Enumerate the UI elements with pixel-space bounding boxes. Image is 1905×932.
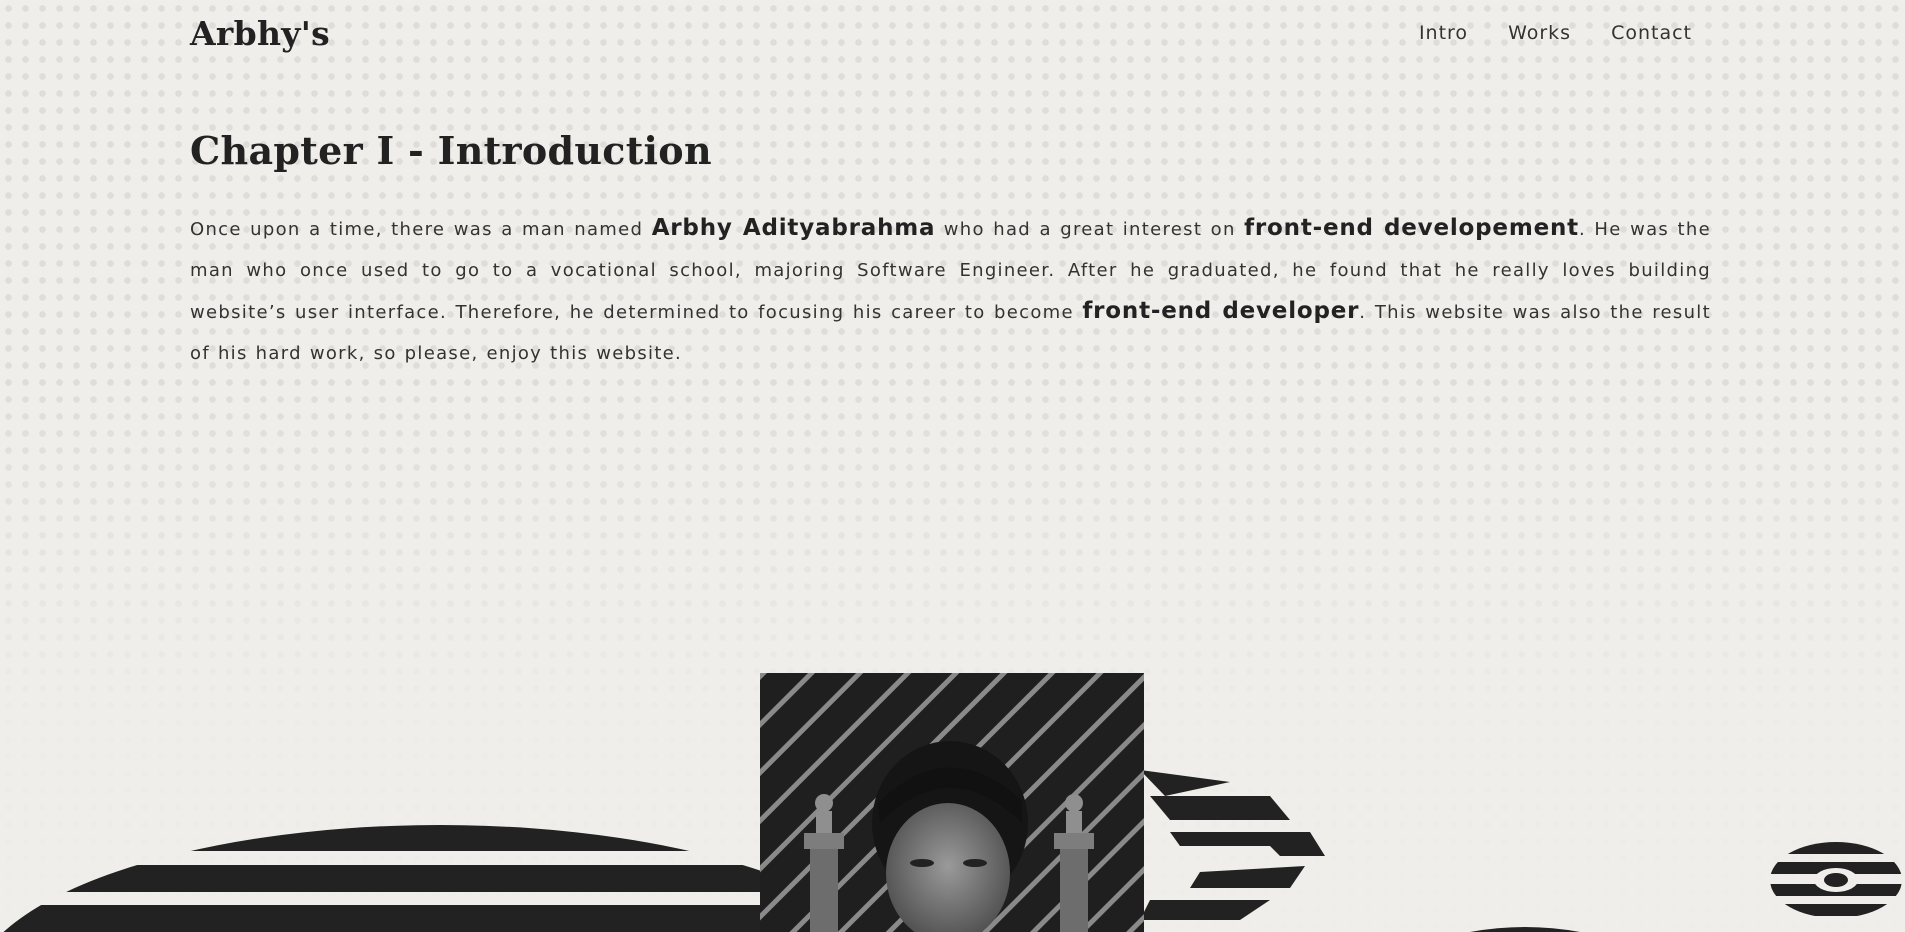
nav-link-contact[interactable]: Contact xyxy=(1611,22,1692,44)
nav-link-works[interactable]: Works xyxy=(1508,22,1571,44)
striped-swirl-center xyxy=(1140,770,1325,920)
striped-dome-left xyxy=(0,825,770,932)
portrait-photo xyxy=(760,673,1144,932)
site-logo[interactable]: Arbhy's xyxy=(190,14,330,53)
intro-highlight-interest: front-end developement xyxy=(1244,215,1579,241)
main-nav: Intro Works Contact xyxy=(1419,22,1692,44)
intro-paragraph: Once upon a time, there was a man named … xyxy=(190,208,1711,374)
intro-text-1: Once upon a time, there was a man named xyxy=(190,219,652,240)
site-header: Arbhy's Intro Works Contact xyxy=(0,0,1905,70)
bottom-arc-decoration xyxy=(1470,927,1580,932)
intro-text-2: who had a great interest on xyxy=(935,219,1245,240)
nav-link-intro[interactable]: Intro xyxy=(1419,22,1468,44)
intro-highlight-name: Arbhy Adityabrahma xyxy=(651,215,936,241)
intro-highlight-career: front-end developer xyxy=(1082,298,1360,324)
eye-emblem-icon xyxy=(1770,842,1902,916)
chapter-title: Chapter I - Introduction xyxy=(190,128,712,173)
